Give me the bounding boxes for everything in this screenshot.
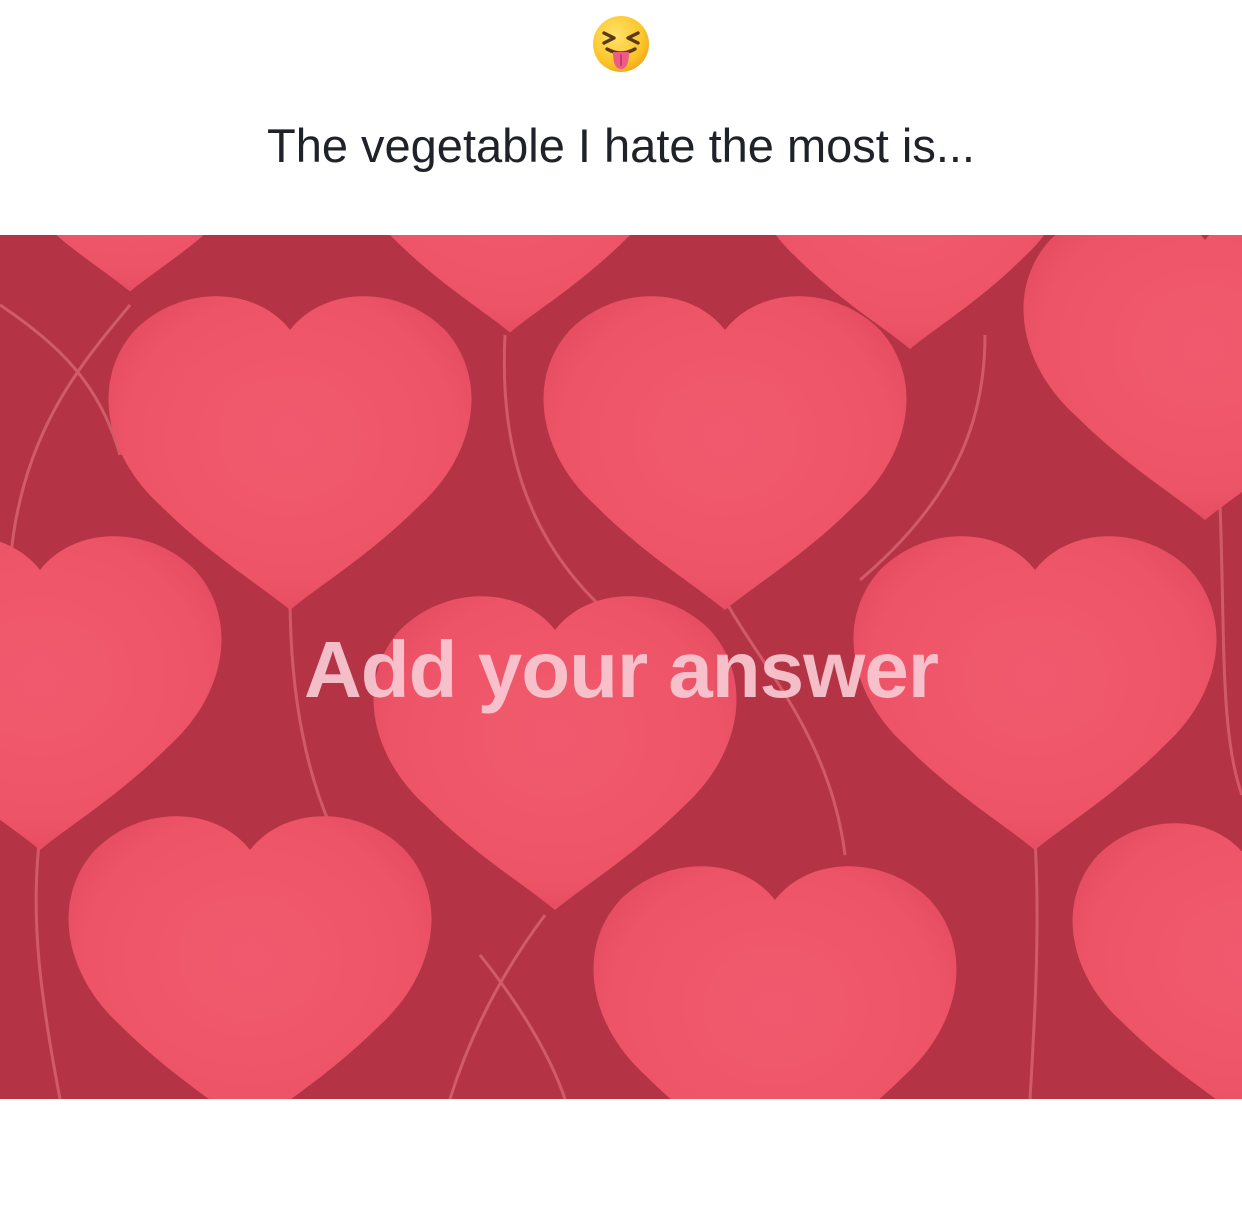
answer-input[interactable]: [0, 235, 1242, 1099]
answer-card[interactable]: Add your answer: [0, 235, 1242, 1099]
squinting-face-with-tongue-icon: [590, 13, 652, 75]
prompt-title: The vegetable I hate the most is...: [266, 119, 975, 172]
